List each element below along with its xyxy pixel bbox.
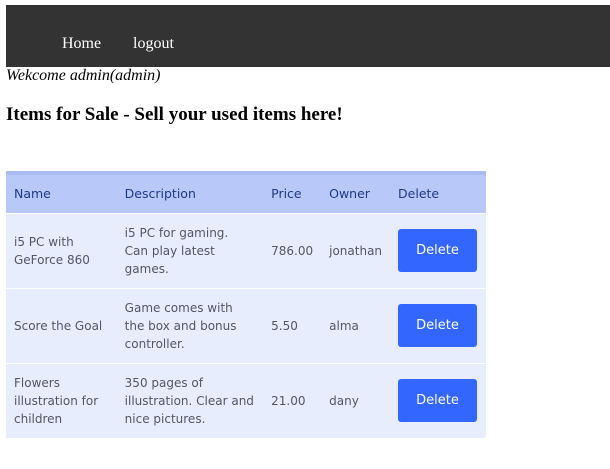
cell-description: i5 PC for gaming. Can play latest games. [124,225,229,276]
cell-name: Flowers illustration for children [14,375,99,426]
header-price: Price [263,171,322,213]
table-row: Score the Goal Game comes with the box a… [6,288,486,363]
cell-owner: jonathan [329,243,383,258]
welcome-message: Wekcome admin(admin) [6,67,161,84]
cell-price: 786.00 [271,243,314,258]
cell-price: 5.50 [271,318,298,333]
delete-button[interactable]: Delete [398,379,478,423]
cell-owner: alma [329,318,359,333]
delete-button[interactable]: Delete [398,304,478,347]
delete-button[interactable]: Delete [398,229,478,272]
cell-name: Score the Goal [14,318,103,333]
items-table: Name Description Price Owner Delete i5 P… [6,171,486,438]
header-name: Name [6,171,117,213]
cell-delete: Delete [390,363,486,438]
table-row: Flowers illustration for children 350 pa… [6,363,486,438]
cell-description: Game comes with the box and bonus contro… [124,300,237,351]
header-owner: Owner [321,171,391,213]
top-navbar: Home logout [6,5,610,67]
cell-owner: dany [329,393,359,408]
nav-logout-link[interactable]: logout [133,35,174,53]
nav-home-link[interactable]: Home [62,35,101,53]
header-delete: Delete [390,171,486,213]
page-title: Items for Sale - Sell your used items he… [6,104,343,125]
cell-description: 350 pages of illustration. Clear and nic… [124,375,254,426]
table-row: i5 PC with GeForce 860 i5 PC for gaming.… [6,213,486,288]
header-description: Description [116,171,264,213]
cell-name: i5 PC with GeForce 860 [14,234,90,267]
cell-price: 21.00 [271,393,306,408]
cell-delete: Delete [390,213,486,288]
table-header-row: Name Description Price Owner Delete [6,171,486,213]
cell-delete: Delete [390,288,486,363]
